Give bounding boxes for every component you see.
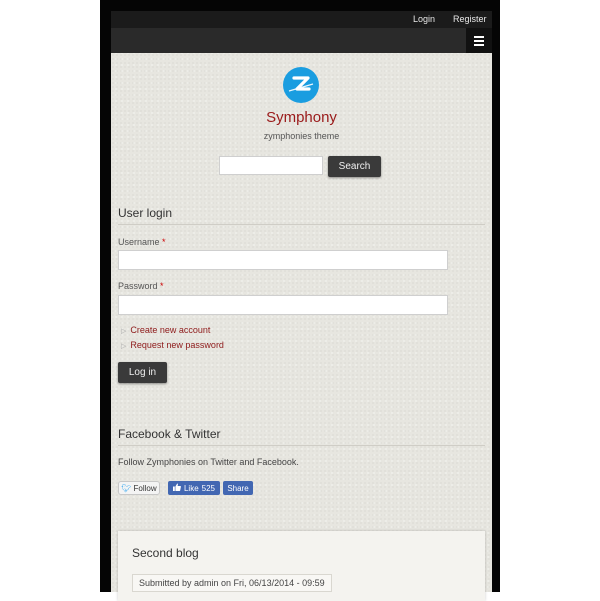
facebook-share-button[interactable]: Share: [223, 481, 253, 495]
list-item: ▷ Create new account: [121, 325, 210, 335]
facebook-like-button[interactable]: Like 525: [168, 481, 220, 495]
z-logo-icon[interactable]: [283, 67, 319, 103]
username-label: Username *: [118, 237, 166, 247]
password-label: Password *: [118, 281, 164, 291]
login-link[interactable]: Login: [413, 14, 435, 24]
facebook-like-count: 525: [201, 483, 216, 493]
post-meta: Submitted by admin on Fri, 06/13/2014 - …: [132, 574, 332, 592]
required-mark: *: [162, 237, 166, 247]
twitter-follow-button[interactable]: 🐦︎ Follow: [118, 481, 160, 495]
site-name[interactable]: Symphony: [111, 109, 492, 126]
twitter-follow-label: Follow: [133, 483, 157, 493]
social-block-title: Facebook & Twitter: [118, 427, 485, 446]
username-label-text: Username: [118, 237, 160, 247]
create-account-link[interactable]: Create new account: [130, 325, 210, 335]
register-link[interactable]: Register: [453, 14, 487, 24]
required-mark: *: [160, 281, 164, 291]
site-slogan: zymphonies theme: [263, 131, 340, 141]
post-title[interactable]: Second blog: [132, 546, 199, 560]
blog-post-card: Second blog Submitted by admin on Fri, 0…: [118, 531, 485, 601]
log-in-button[interactable]: Log in: [118, 362, 167, 383]
top-bar: Login Register: [111, 11, 492, 28]
search-input[interactable]: [219, 156, 323, 175]
bullet-arrow-icon: ▷: [121, 328, 127, 335]
search-button[interactable]: Search: [328, 156, 381, 177]
menu-toggle-button[interactable]: [466, 28, 492, 53]
thumbs-up-icon: [172, 483, 181, 493]
user-login-title: User login: [118, 206, 485, 225]
social-description: Follow Zymphonies on Twitter and Faceboo…: [118, 457, 299, 467]
bullet-arrow-icon: ▷: [121, 343, 127, 350]
request-password-link[interactable]: Request new password: [130, 340, 224, 350]
password-label-text: Password: [118, 281, 158, 291]
username-field[interactable]: [118, 250, 448, 270]
main-content: Symphony zymphonies theme Search User lo…: [111, 53, 492, 601]
list-item: ▷ Request new password: [121, 340, 224, 350]
twitter-bird-icon: 🐦︎: [121, 483, 132, 493]
hamburger-menu-icon: [474, 34, 484, 48]
main-navbar: [111, 28, 492, 53]
password-field[interactable]: [118, 295, 448, 315]
facebook-like-label: Like: [183, 483, 199, 493]
